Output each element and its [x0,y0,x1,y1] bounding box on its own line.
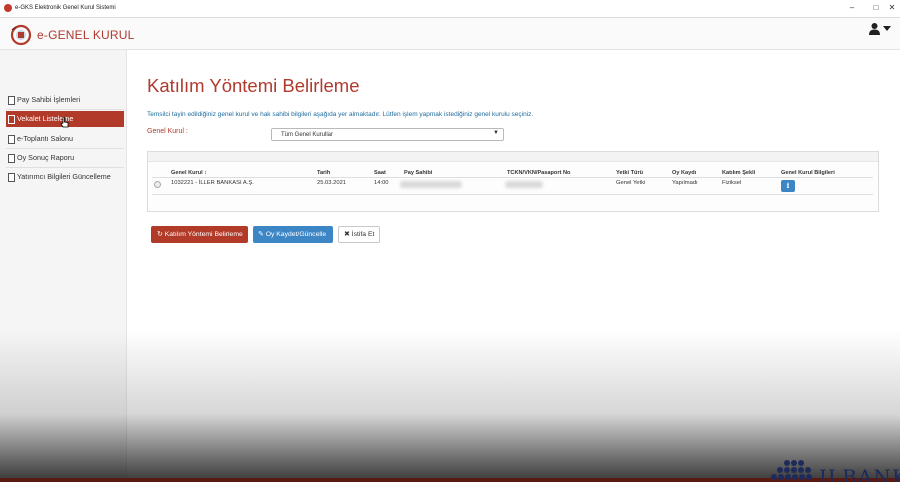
column-header-tarih: Tarih [317,170,331,176]
minimize-icon[interactable]: – [846,3,858,13]
ilbank-dots-icon [771,460,812,480]
hand-cursor-icon [60,117,69,128]
caret-down-icon: ▼ [493,130,499,136]
edit-icon: ✎ [258,231,264,238]
page-description: Temsilci tayin edildiğiniz genel kurul v… [147,111,534,118]
close-icon[interactable]: ✕ [886,3,898,13]
cell-katilim-sekli: Fiziksel [722,180,742,186]
genel-kurul-select-value: Tüm Genel Kurullar [281,132,334,138]
cell-tarih: 25.03.2021 [317,180,347,186]
document-icon [8,96,15,105]
sidebar-item-label: Oy Sonuç Raporu [17,153,75,162]
cell-oy-kaydi: Yapılmadı [672,180,698,186]
cell-genel-kurul: 1032221 - İLLER BANKASI A.Ş. [171,180,254,186]
cell-pay-sahibi-redacted [400,181,462,188]
sidebar-item-label: Yatırımcı Bilgileri Güncelleme [17,172,111,181]
istifa-button-label: İstifa Et [351,231,375,238]
column-header-yetki-turu: Yetki Türü [616,170,644,176]
katilim-button-label: Katılım Yöntemi Belirleme [164,231,243,238]
sidebar-item-oy-sonuc-raporu[interactable]: Oy Sonuç Raporu [6,150,124,166]
document-icon [8,154,15,163]
page-title: Katılım Yöntemi Belirleme [147,75,360,96]
table-row-divider [152,194,873,195]
row-select-radio[interactable] [154,181,161,188]
oy-kaydet-guncelle-button[interactable]: ✎ Oy Kaydet/Güncelle [253,226,333,243]
e-genel-kurul-logo-icon[interactable] [10,24,32,46]
column-header-pay-sahibi: Pay Sahibi [404,170,433,176]
x-icon: ✖ [344,231,350,238]
genel-kurul-select[interactable]: Tüm Genel Kurullar ▼ [271,128,504,141]
document-icon [8,135,15,144]
chevron-down-icon [883,26,891,31]
sidebar-item-label: Pay Sahibi İşlemleri [17,95,81,104]
sidebar-item-label: e-Toplantı Salonu [17,134,73,143]
document-icon [8,173,15,182]
video-progress-bar [0,478,900,482]
column-header-oy-kaydi: Oy Kaydı [672,170,697,176]
column-header-saat: Saat [374,170,386,176]
refresh-icon: ↻ [157,231,163,238]
column-header-genel-kurul-bilgileri: Genel Kurul Bilgileri [781,170,835,176]
panel-header [148,152,878,162]
column-header-tckn: TCKN/VKN/Pasaport No [507,170,571,176]
sidebar-item-yatirimci-bilgileri-guncelleme[interactable]: Yatırımcı Bilgileri Güncelleme [6,169,124,185]
sidebar-item-e-toplanti-salonu[interactable]: e-Toplantı Salonu [6,131,124,147]
cell-yetki-turu: Genel Yetki [616,180,646,186]
sidebar-item-pay-sahibi-islemleri[interactable]: Pay Sahibi İşlemleri [6,92,124,108]
info-icon[interactable]: i [781,180,795,192]
column-header-genel-kurul[interactable]: Genel Kurul ↕ [171,170,207,176]
genel-kurul-filter-label: Genel Kurul : [147,128,188,135]
app-icon [4,4,12,12]
video-overlay-gradient [0,330,900,482]
user-menu[interactable] [868,22,894,38]
sidebar-divider [6,109,124,110]
istifa-et-button[interactable]: ✖ İstifa Et [338,226,380,243]
sidebar-divider [6,167,124,168]
window-titlebar: e-GKS Elektronik Genel Kurul Sistemi – □… [0,0,900,18]
window-title: e-GKS Elektronik Genel Kurul Sistemi [15,5,116,11]
maximize-icon[interactable]: □ [870,3,882,13]
document-icon [8,115,15,124]
ilbank-logo: ILBANK [771,459,900,482]
cell-tckn-redacted [505,181,543,188]
app-header [0,18,900,50]
ilbank-logo-text: ILBANK [819,465,900,482]
table-header-divider [152,177,873,178]
cell-saat: 14:00 [374,180,389,186]
oy-button-label: Oy Kaydet/Güncelle [265,231,327,238]
user-icon [869,23,880,35]
column-header-katilim-sekli: Katılım Şekli [722,170,756,176]
app-logo-text[interactable]: e-GENEL KURUL [37,28,135,42]
sidebar-divider [6,148,124,149]
katilim-yontemi-belirleme-button[interactable]: ↻ Katılım Yöntemi Belirleme [151,226,248,243]
